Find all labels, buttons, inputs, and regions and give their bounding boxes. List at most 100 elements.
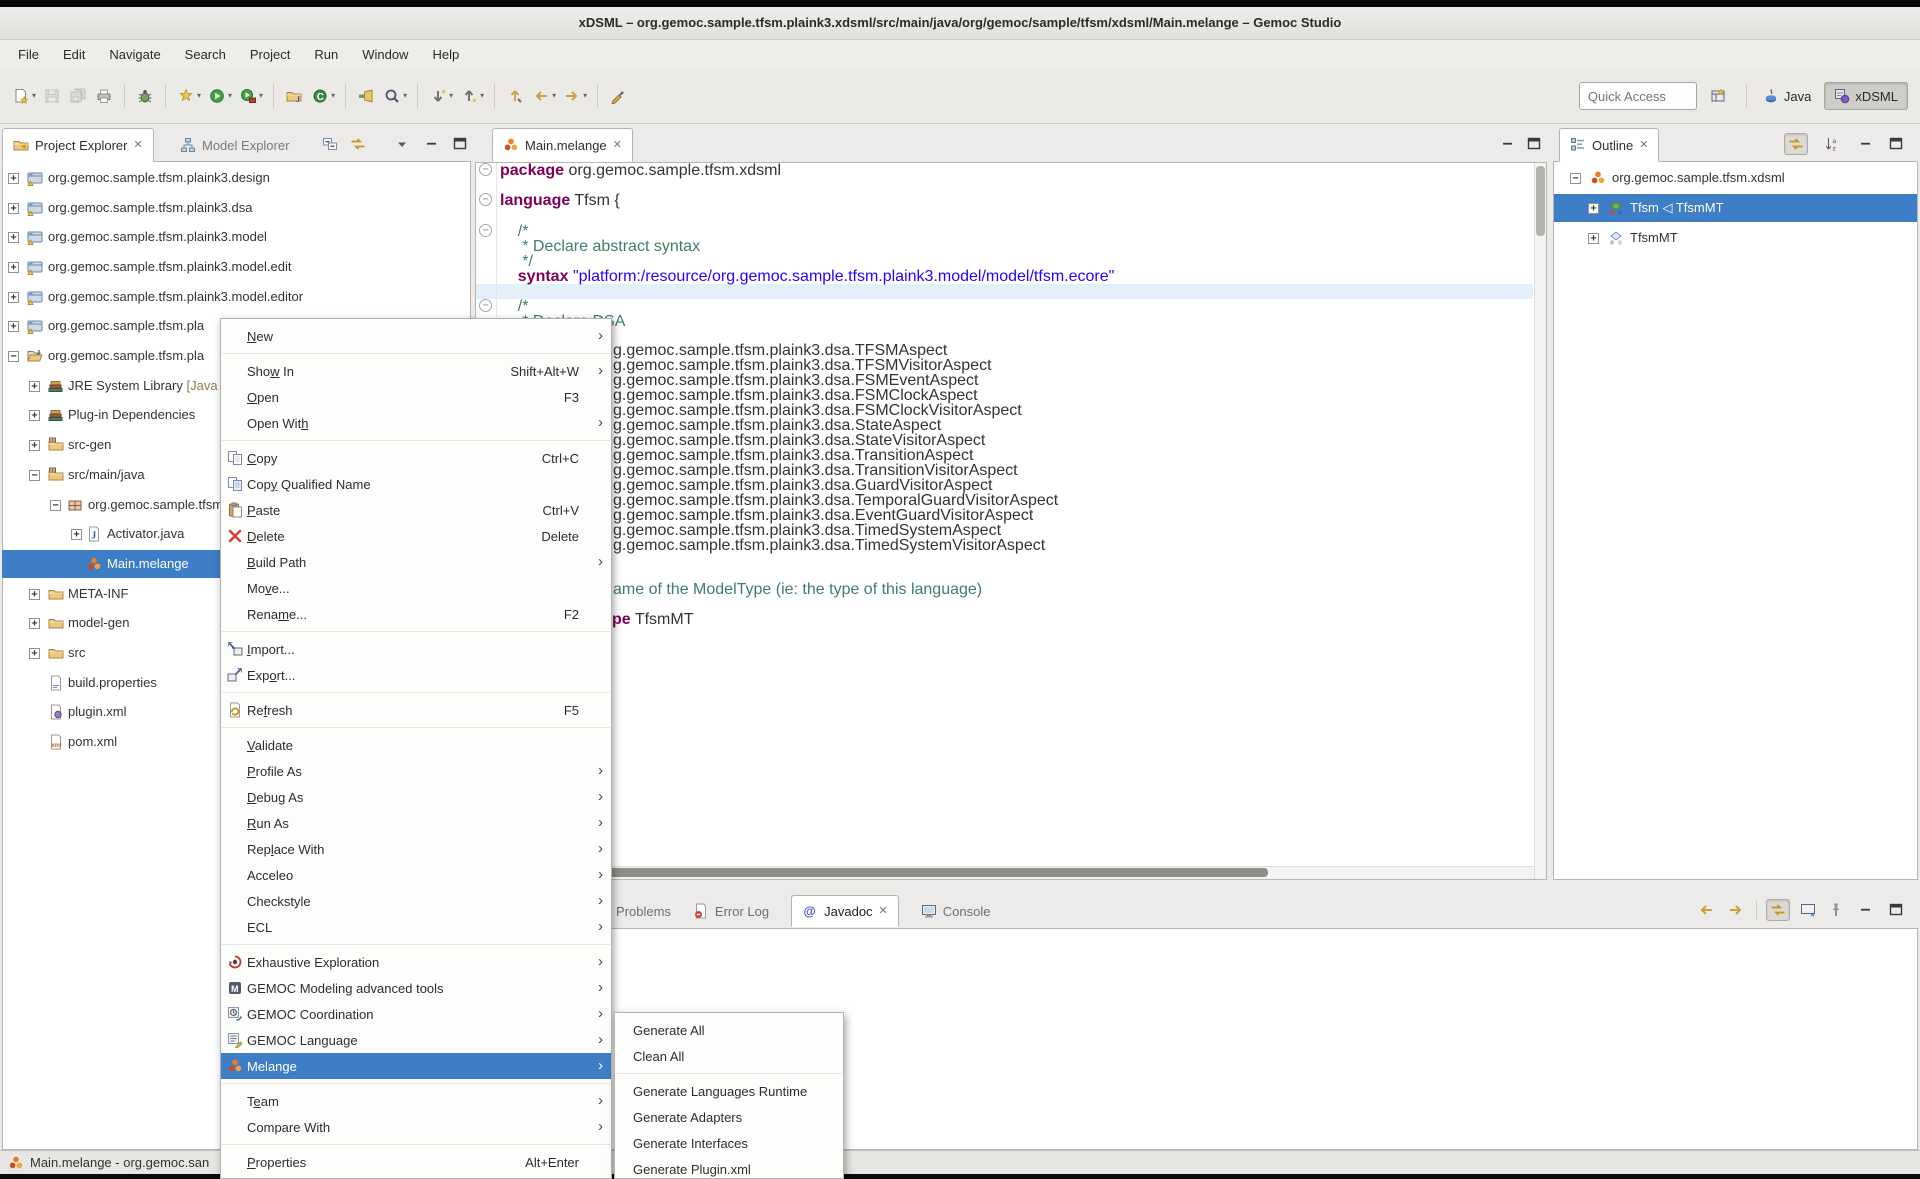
menu-item-show-in[interactable]: Show InShift+Alt+W› (221, 358, 611, 384)
fold-collapse-icon[interactable]: − (479, 193, 492, 206)
minimize-button[interactable] (1854, 133, 1878, 155)
new-wizard-button[interactable] (8, 83, 34, 109)
submenu-item-clean-all[interactable]: Clean All (615, 1043, 843, 1069)
close-icon[interactable]: ✕ (133, 140, 142, 151)
expand-toggle[interactable]: + (29, 410, 40, 421)
expand-toggle[interactable]: + (29, 440, 40, 451)
menu-item-exhaustive-exploration[interactable]: Exhaustive Exploration› (221, 949, 611, 975)
collapse-toggle[interactable]: − (29, 470, 40, 481)
minimize-button[interactable] (1854, 899, 1878, 921)
menu-item-ecl[interactable]: ECL› (221, 914, 611, 940)
debug-button[interactable] (132, 83, 158, 109)
menu-item-gemoc-coordination[interactable]: GEMOC Coordination› (221, 1001, 611, 1027)
run-external-button[interactable] (235, 83, 261, 109)
dropdown-caret-icon[interactable]: ▾ (583, 91, 587, 100)
collapse-toggle[interactable]: − (8, 351, 19, 362)
outline-item-tfsmmt[interactable]: +TfsmMT (1554, 224, 1917, 252)
expand-toggle[interactable]: + (29, 648, 40, 659)
close-icon[interactable]: ✕ (879, 906, 888, 917)
expand-toggle[interactable]: + (29, 618, 40, 629)
view-tab-model-explorer[interactable]: Model Explorer (170, 128, 299, 162)
menu-item-open[interactable]: OpenF3 (221, 384, 611, 410)
menubar-item-navigate[interactable]: Navigate (97, 43, 172, 66)
menu-item-debug-as[interactable]: Debug As› (221, 784, 611, 810)
expand-toggle[interactable]: + (8, 321, 19, 332)
maximize-button[interactable] (1884, 133, 1908, 155)
expand-toggle[interactable]: + (8, 292, 19, 303)
close-icon[interactable]: ✕ (613, 140, 622, 151)
tree-item-org-gemoc-sample-tfsm-plaink3-design[interactable]: +org.gemoc.sample.tfsm.plaink3.design (2, 164, 470, 192)
menu-item-acceleo[interactable]: Acceleo› (221, 862, 611, 888)
menubar-item-project[interactable]: Project (238, 43, 302, 66)
view-tab-javadoc[interactable]: @Javadoc✕ (791, 895, 899, 927)
open-perspective-button[interactable] (1705, 83, 1731, 109)
expand-toggle[interactable]: + (8, 262, 19, 273)
dropdown-caret-icon[interactable]: ▾ (480, 91, 484, 100)
menu-item-import[interactable]: Import... (221, 636, 611, 662)
menu-item-validate[interactable]: Validate (221, 732, 611, 758)
expand-toggle[interactable]: + (1588, 233, 1599, 244)
expand-toggle[interactable]: + (8, 203, 19, 214)
editor-vertical-scrollbar[interactable] (1534, 163, 1546, 879)
dropdown-caret-icon[interactable]: ▾ (32, 91, 36, 100)
link-with-editor-button[interactable] (1766, 899, 1790, 921)
sort-button[interactable]: az (1820, 133, 1844, 155)
java-search-button[interactable] (353, 83, 379, 109)
tree-item-org-gemoc-sample-tfsm-plaink3-model-edit[interactable]: +org.gemoc.sample.tfsm.plaink3.model.edi… (2, 253, 470, 281)
dropdown-caret-icon[interactable]: ▾ (331, 91, 335, 100)
menu-item-copy[interactable]: CopyCtrl+C (221, 445, 611, 471)
maximize-button[interactable] (1884, 899, 1908, 921)
view-tab-error-log[interactable]: Error Log (693, 903, 769, 919)
menu-item-rename[interactable]: Rename...F2 (221, 601, 611, 627)
view-menu-button[interactable] (390, 133, 414, 155)
menu-item-export[interactable]: Export... (221, 662, 611, 688)
save-all-button[interactable] (65, 83, 91, 109)
collapse-all-button[interactable] (318, 133, 342, 155)
link-with-editor-button[interactable] (346, 133, 370, 155)
nav-forward-button[interactable] (1724, 899, 1748, 921)
maximize-button[interactable] (448, 133, 472, 155)
submenu-item-generate-plugin-xml[interactable]: Generate Plugin.xml (615, 1156, 843, 1179)
outline-item-tfsm-tfsmmt[interactable]: +Tfsm ◁ TfsmMT (1554, 194, 1917, 222)
previous-annotation-button[interactable] (456, 83, 482, 109)
menu-item-melange[interactable]: Melange› (221, 1053, 611, 1079)
view-tab-project-explorer[interactable]: Project Explorer✕ (2, 128, 154, 162)
expand-toggle[interactable]: + (8, 232, 19, 243)
outline-item-org-gemoc-sample-tfsm-xdsml[interactable]: −org.gemoc.sample.tfsm.xdsml (1554, 164, 1917, 192)
collapse-toggle[interactable]: − (50, 500, 61, 511)
menubar-item-run[interactable]: Run (302, 43, 350, 66)
editor-vertical-scrollbar-thumb[interactable] (1536, 166, 1545, 236)
outline-tree[interactable]: −org.gemoc.sample.tfsm.xdsml+Tfsm ◁ Tfsm… (1554, 162, 1917, 879)
submenu-item-generate-interfaces[interactable]: Generate Interfaces (615, 1130, 843, 1156)
nav-back-button[interactable] (1694, 899, 1718, 921)
outline-tab[interactable]: Outline ✕ (1559, 128, 1659, 162)
minimize-button[interactable] (420, 133, 444, 155)
maximize-button[interactable] (1522, 133, 1546, 155)
menu-item-gemoc-language[interactable]: GEMOC Language› (221, 1027, 611, 1053)
last-edit-button[interactable] (502, 83, 528, 109)
menu-item-new[interactable]: New› (221, 323, 611, 349)
menu-item-gemoc-modeling-advanced-tools[interactable]: MGEMOC Modeling advanced tools› (221, 975, 611, 1001)
tree-item-org-gemoc-sample-tfsm-plaink3-dsa[interactable]: +org.gemoc.sample.tfsm.plaink3.dsa (2, 194, 470, 222)
forward-button[interactable] (559, 83, 585, 109)
pin-editor-button[interactable] (605, 83, 631, 109)
fold-collapse-icon[interactable]: − (479, 299, 492, 312)
expand-toggle[interactable]: + (29, 381, 40, 392)
menubar-item-search[interactable]: Search (173, 43, 238, 66)
menu-item-replace-with[interactable]: Replace With› (221, 836, 611, 862)
menubar-item-window[interactable]: Window (350, 43, 420, 66)
expand-toggle[interactable]: + (29, 589, 40, 600)
link-with-editor-button[interactable] (1784, 133, 1808, 155)
save-button[interactable] (39, 83, 65, 109)
tree-item-org-gemoc-sample-tfsm-plaink3-model[interactable]: +org.gemoc.sample.tfsm.plaink3.model (2, 223, 470, 251)
tree-item-org-gemoc-sample-tfsm-plaink3-model-editor[interactable]: +org.gemoc.sample.tfsm.plaink3.model.edi… (2, 283, 470, 311)
menu-item-open-with[interactable]: Open With› (221, 410, 611, 436)
fold-collapse-icon[interactable]: − (479, 163, 492, 176)
submenu-item-generate-languages-runtime[interactable]: Generate Languages Runtime (615, 1078, 843, 1104)
menu-item-properties[interactable]: PropertiesAlt+Enter (221, 1149, 611, 1175)
back-button[interactable] (528, 83, 554, 109)
menu-item-run-as[interactable]: Run As› (221, 810, 611, 836)
perspective-button-java[interactable]: Java (1754, 83, 1820, 109)
menu-item-compare-with[interactable]: Compare With› (221, 1114, 611, 1140)
pin-console-button[interactable] (1824, 899, 1848, 921)
